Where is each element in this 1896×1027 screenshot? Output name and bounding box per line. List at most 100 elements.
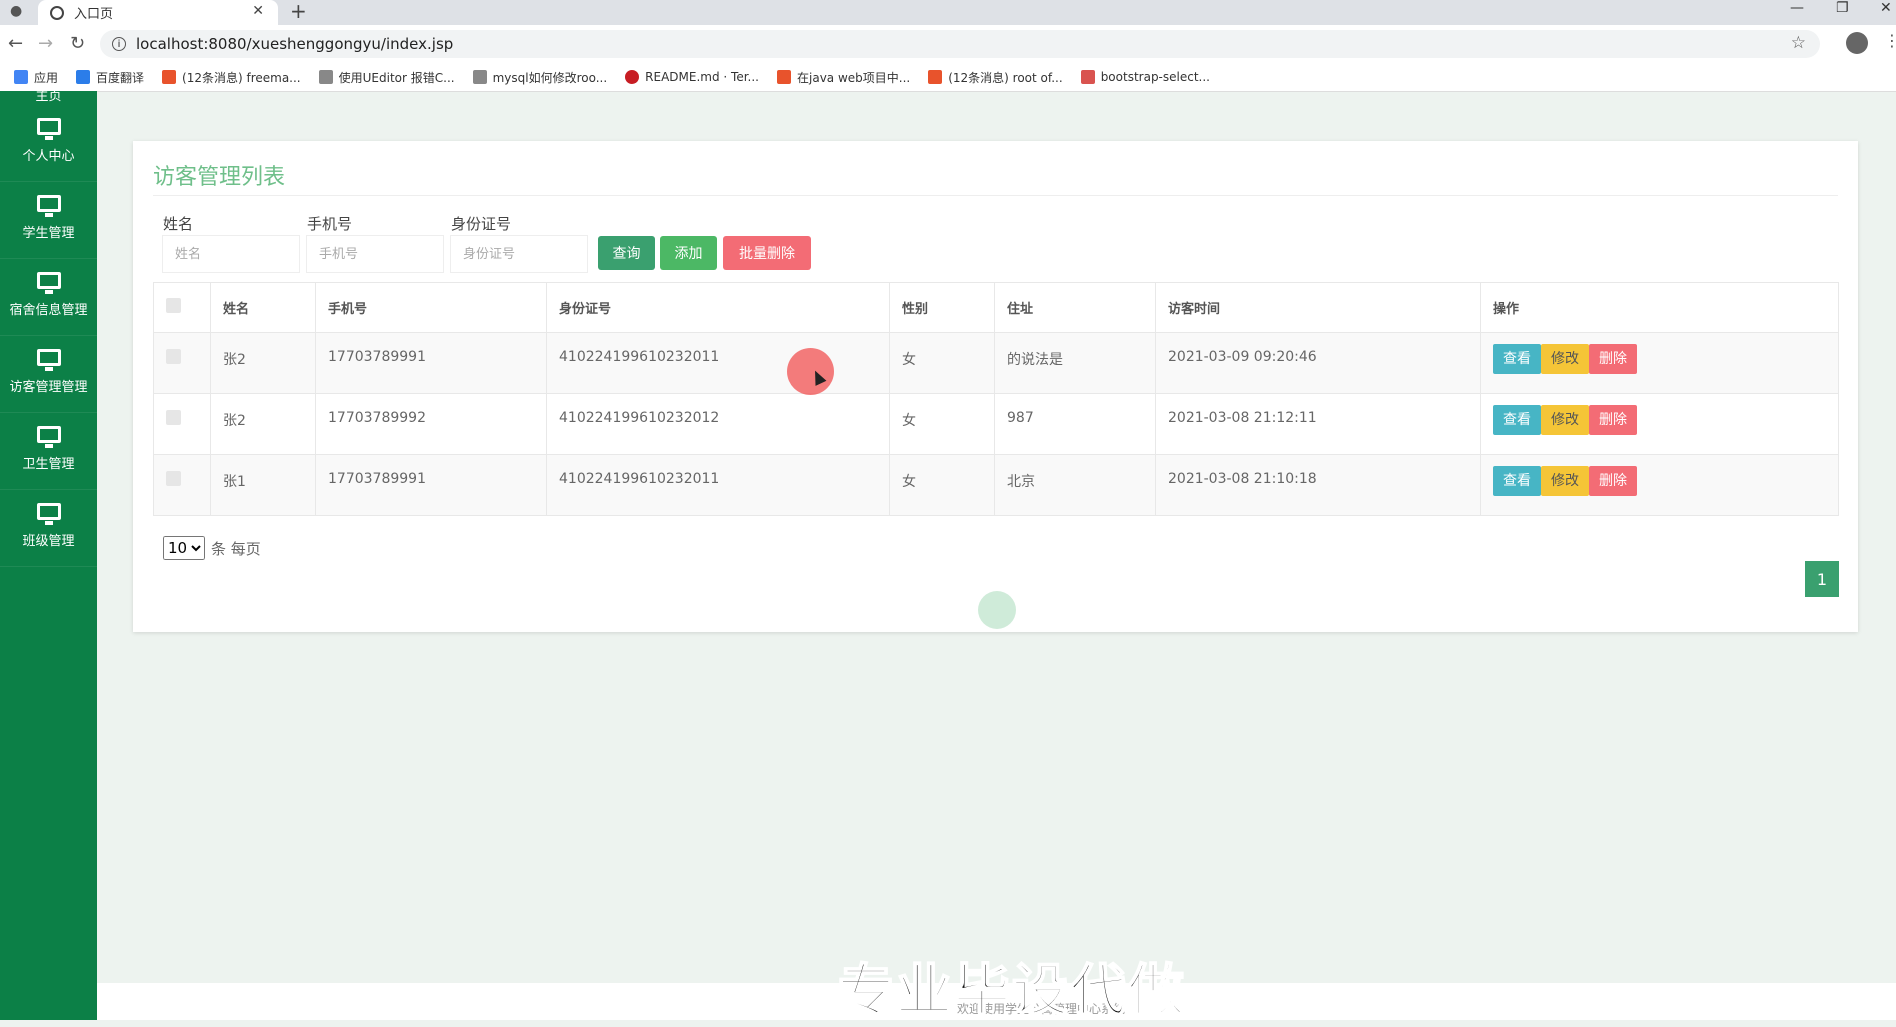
column-header: 住址 — [994, 282, 1156, 333]
minimize-icon[interactable]: — — [1790, 0, 1804, 16]
table-row: 张1 17703789991 410224199610232011 女 北京 2… — [153, 454, 1839, 516]
row-checkbox[interactable] — [166, 410, 181, 425]
translate-icon — [76, 70, 91, 84]
cell-address: 987 — [994, 393, 1156, 455]
gitee-icon — [625, 70, 640, 84]
row-checkbox[interactable] — [166, 349, 181, 364]
delete-button[interactable]: 删除 — [1589, 466, 1637, 496]
bookmark-icon — [472, 70, 487, 84]
bookmark-item[interactable]: 百度翻译 — [76, 69, 144, 86]
cell-actions: 查看 修改 删除 — [1480, 393, 1839, 455]
row-select-cell — [153, 454, 211, 516]
edit-button[interactable]: 修改 — [1541, 405, 1589, 435]
sidebar-item-hygiene[interactable]: 卫生管理 — [0, 412, 97, 490]
delete-button[interactable]: 删除 — [1589, 344, 1637, 374]
monitor-icon — [36, 118, 61, 140]
name-filter-label: 姓名 — [163, 215, 194, 233]
close-tab-icon[interactable]: ✕ — [252, 3, 264, 19]
reload-icon[interactable]: ↻ — [70, 33, 85, 54]
view-button[interactable]: 查看 — [1493, 405, 1541, 435]
cell-actions: 查看 修改 删除 — [1480, 454, 1839, 516]
new-tab-icon[interactable]: + — [290, 0, 307, 23]
visitor-list-card: 访客管理列表 姓名 手机号 身份证号 查询 添加 批量删除 姓名 手机号 身份证… — [133, 141, 1858, 632]
column-header: 操作 — [1480, 282, 1839, 333]
bookmark-item[interactable]: (12条消息) root of... — [928, 69, 1063, 86]
phone-search-input[interactable] — [306, 235, 444, 273]
sidebar-item-visitors[interactable]: 访客管理管理 — [0, 335, 97, 413]
back-icon[interactable]: ← — [8, 33, 23, 54]
cell-id: 410224199610232012 — [546, 393, 890, 455]
bookmark-item[interactable]: mysql如何修改roo... — [472, 69, 607, 86]
phone-filter-label: 手机号 — [307, 215, 353, 233]
url-field[interactable]: i localhost:8080/xueshenggongyu/index.js… — [100, 30, 1820, 58]
forward-icon[interactable]: → — [38, 33, 53, 54]
select-all-cell — [153, 282, 211, 333]
sidebar: 主页 个人中心 学生管理 宿舍信息管理 访客管理管理 卫生管理 班级管理 — [0, 91, 97, 1020]
cell-phone: 17703789992 — [315, 393, 547, 455]
more-menu-icon[interactable]: ⋮ — [1884, 31, 1896, 50]
apple-icon: ● — [10, 3, 23, 19]
name-search-input[interactable] — [162, 235, 300, 273]
batch-delete-button[interactable]: 批量删除 — [723, 236, 811, 270]
cell-gender: 女 — [889, 393, 995, 455]
page-button-1[interactable]: 1 — [1805, 561, 1839, 597]
bookmark-star-icon[interactable]: ☆ — [1791, 33, 1806, 53]
cell-phone: 17703789991 — [315, 332, 547, 394]
title-divider — [153, 195, 1838, 196]
view-button[interactable]: 查看 — [1493, 344, 1541, 374]
csdn-icon — [777, 70, 791, 84]
edit-button[interactable]: 修改 — [1541, 344, 1589, 374]
table-header-row: 姓名 手机号 身份证号 性别 住址 访客时间 操作 — [153, 282, 1839, 333]
id-search-input[interactable] — [450, 235, 588, 273]
csdn-icon — [928, 70, 943, 84]
search-button[interactable]: 查询 — [598, 236, 655, 270]
cell-time: 2021-03-08 21:12:11 — [1155, 393, 1481, 455]
monitor-icon — [36, 426, 61, 448]
row-checkbox[interactable] — [166, 471, 181, 486]
row-select-cell — [153, 332, 211, 394]
bookmark-item[interactable]: 应用 — [14, 69, 58, 86]
bookmark-item[interactable]: bootstrap-select... — [1080, 70, 1210, 84]
bookmark-icon — [318, 70, 333, 84]
bookmark-item[interactable]: README.md · Ter... — [625, 70, 759, 84]
sidebar-item-dorm-info[interactable]: 宿舍信息管理 — [0, 258, 97, 336]
add-button[interactable]: 添加 — [660, 236, 717, 270]
cell-address: 北京 — [994, 454, 1156, 516]
profile-avatar-icon[interactable] — [1846, 32, 1868, 54]
delete-button[interactable]: 删除 — [1589, 405, 1637, 435]
table-row: 张2 17703789992 410224199610232012 女 987 … — [153, 393, 1839, 455]
monitor-icon — [36, 503, 61, 525]
edit-button[interactable]: 修改 — [1541, 466, 1589, 496]
restore-icon[interactable]: ❐ — [1836, 0, 1849, 16]
cell-id: 410224199610232011 — [546, 332, 890, 394]
cell-name: 张2 — [210, 332, 316, 394]
sidebar-item-home-partial[interactable]: 主页 — [0, 91, 97, 104]
column-header: 访客时间 — [1155, 282, 1481, 333]
close-window-icon[interactable]: ✕ — [1880, 0, 1892, 16]
visitor-table: 姓名 手机号 身份证号 性别 住址 访客时间 操作 张2 17703789991… — [153, 282, 1839, 516]
cell-gender: 女 — [889, 332, 995, 394]
id-filter-label: 身份证号 — [451, 215, 512, 233]
browser-tab[interactable]: 入口页 ✕ — [38, 0, 278, 25]
bookmark-item[interactable]: (12条消息) freema... — [162, 69, 301, 86]
loading-spinner — [978, 591, 1016, 629]
page-title: 访客管理列表 — [153, 165, 286, 190]
cell-id: 410224199610232011 — [546, 454, 890, 516]
view-button[interactable]: 查看 — [1493, 466, 1541, 496]
cell-time: 2021-03-08 21:10:18 — [1155, 454, 1481, 516]
cell-address: 的说法是 — [994, 332, 1156, 394]
sidebar-item-classes[interactable]: 班级管理 — [0, 489, 97, 567]
bookmark-item[interactable]: 使用UEditor 报错C... — [318, 69, 455, 86]
page-size-select[interactable]: 10 — [163, 536, 205, 560]
select-all-checkbox[interactable] — [166, 298, 181, 313]
cell-time: 2021-03-09 09:20:46 — [1155, 332, 1481, 394]
column-header: 身份证号 — [546, 282, 890, 333]
cell-name: 张1 — [210, 454, 316, 516]
sidebar-item-students[interactable]: 学生管理 — [0, 181, 97, 259]
monitor-icon — [36, 349, 61, 371]
sidebar-item-profile[interactable]: 个人中心 — [0, 104, 97, 182]
bookmark-item[interactable]: 在java web项目中... — [777, 69, 910, 86]
jianshu-icon — [1080, 70, 1095, 84]
info-icon[interactable]: i — [112, 37, 126, 51]
bookmarks-bar: 应用 百度翻译 (12条消息) freema... 使用UEditor 报错C.… — [0, 63, 1896, 92]
